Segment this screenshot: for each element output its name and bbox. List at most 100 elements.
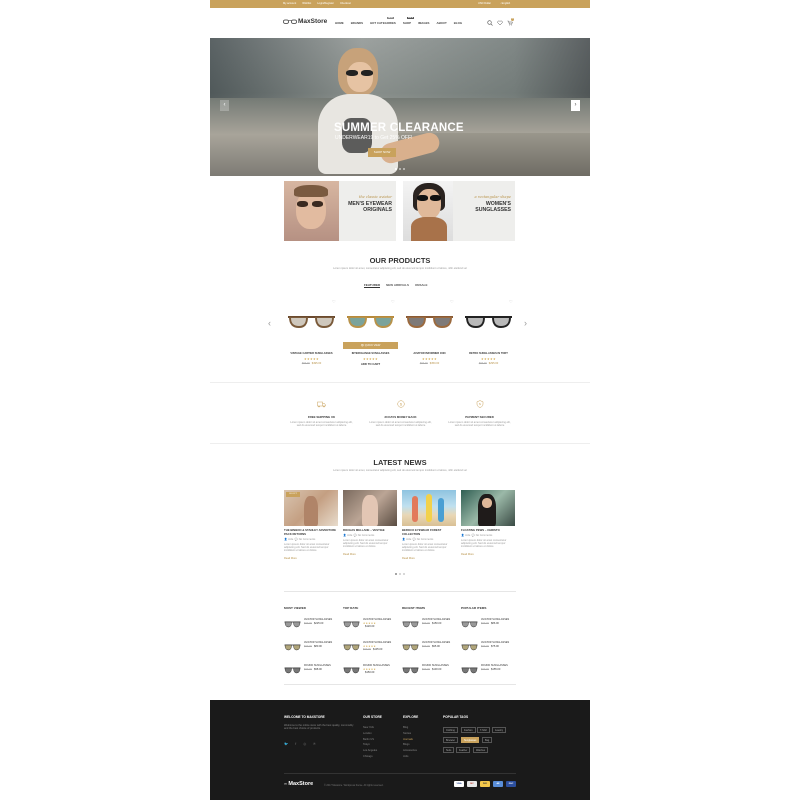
tag-button[interactable]: Jewelry	[492, 727, 507, 733]
tag-button[interactable]: Clothing	[443, 727, 458, 733]
link-login[interactable]: Login/Register	[317, 2, 334, 5]
news-post[interactable]: ROCHAS MELLANE – VESTIGE 👤 Jolie 💬 No Co…	[343, 490, 397, 570]
product-name[interactable]: AVIATOR INFORMER 1600	[402, 352, 457, 355]
news-read-more-link[interactable]: Read More	[461, 553, 474, 556]
product-list-item[interactable]: AVIATOR SUNGLASSES ★★★★★ $120.00	[343, 618, 398, 636]
search-icon[interactable]	[487, 20, 493, 26]
hero-shop-now-button[interactable]: SHOP NOW	[368, 148, 396, 157]
products-prev-arrow-icon[interactable]: ‹	[268, 318, 271, 328]
facebook-icon[interactable]: f	[295, 742, 296, 746]
link-checkout[interactable]: Checkout	[340, 2, 351, 5]
product-list-name[interactable]: AVIATOR SUNGLASSES	[422, 618, 450, 621]
products-next-arrow-icon[interactable]: ›	[524, 318, 527, 328]
nav-images[interactable]: IMAGES	[418, 21, 429, 25]
pinterest-icon[interactable]: ℗	[313, 742, 316, 746]
instagram-icon[interactable]: ◎	[303, 742, 306, 746]
tag-button[interactable]: Suits	[443, 747, 455, 753]
footer-link[interactable]: Jobs	[403, 754, 417, 760]
add-to-cart-button[interactable]: ADD TO CART	[343, 362, 398, 366]
product-list-item[interactable]: AVIATOR SUNGLASSES ★★★★★ $99.00 $135.00	[343, 641, 398, 659]
link-wishlist[interactable]: Wishlist	[302, 2, 311, 5]
news-post-title[interactable]: BEROCO EYEWEAR FOREST COLLECTION	[402, 528, 456, 536]
product-list-name[interactable]: ROUND SUNGLASSES	[363, 664, 390, 667]
product-list-name[interactable]: ROUND SUNGLASSES	[422, 664, 449, 667]
product-list-name[interactable]: AVIATOR SUNGLASSES	[363, 641, 391, 644]
twitter-icon[interactable]: 🐦	[284, 742, 288, 746]
product-list-name[interactable]: AVIATOR SUNGLASSES	[304, 641, 332, 644]
tag-button[interactable]: Bracelet	[443, 737, 458, 743]
product-list-item[interactable]: ROUND SUNGLASSES ★★★★★ $150.00	[343, 664, 398, 682]
news-post[interactable]: 03 OCT THE BINBOO & STANLEY ADVENTURE PA…	[284, 490, 338, 570]
wishlist-heart-icon[interactable]	[497, 20, 503, 26]
product-list-name[interactable]: ROUND SUNGLASSES	[304, 664, 331, 667]
product-list-item[interactable]: AVIATOR SUNGLASSES $99.00 $150.00	[402, 618, 457, 636]
news-dot-1[interactable]	[395, 573, 398, 576]
footer-logo[interactable]: ∞ MaxStore	[284, 781, 313, 787]
news-post-image[interactable]	[402, 490, 456, 526]
product-card[interactable]: ♡ RETRO SUNGLASSES IN TORT ★★★★★ $99.00 $…	[461, 296, 516, 371]
product-card[interactable]: ♡ AVIATOR INFORMER 1600 ★★★★★ $99.00 $350…	[402, 296, 457, 371]
hero-prev-arrow-icon[interactable]: ‹	[220, 100, 229, 111]
wishlist-heart-icon[interactable]: ♡	[332, 299, 336, 304]
tag-button[interactable]: Sunglasses	[461, 737, 480, 743]
hero-slider[interactable]: SUMMER CLEARANCE UNDERWEAR19 to Get 25% …	[210, 38, 590, 176]
tag-button[interactable]: Bag	[482, 737, 493, 743]
nav-home[interactable]: HOME	[335, 21, 344, 25]
product-list-name[interactable]: AVIATOR SUNGLASSES	[481, 641, 509, 644]
nav-brands[interactable]: BRANDS	[351, 21, 363, 25]
nav-about[interactable]: ABOUT	[436, 21, 446, 25]
news-post-title[interactable]: ROCHAS MELLANE – VESTIGE	[343, 528, 397, 533]
news-read-more-link[interactable]: Read More	[284, 557, 297, 560]
tab-new-arrivals[interactable]: NEW ARRIVALS	[386, 283, 409, 288]
promo-womens-sunglasses[interactable]: a rectangular shape WOMEN'S SUNGLASSES	[403, 181, 515, 241]
news-post-image[interactable]	[343, 490, 397, 526]
tag-button[interactable]: T-Shirt	[477, 727, 491, 733]
news-post[interactable]: FLOATING PEWS – CHRISTO 👤 Jolie 💬 No Com…	[461, 490, 515, 570]
news-post[interactable]: BEROCO EYEWEAR FOREST COLLECTION 👤 Jolie…	[402, 490, 456, 570]
quick-view-button[interactable]: 👁 QUICK VIEW	[343, 342, 398, 349]
logo[interactable]: MaxStore	[283, 17, 343, 27]
wishlist-heart-icon[interactable]: ♡	[509, 299, 513, 304]
wishlist-heart-icon[interactable]: ♡	[450, 299, 454, 304]
product-list-name[interactable]: AVIATOR SUNGLASSES	[481, 618, 509, 621]
product-list-item[interactable]: AVIATOR SUNGLASSES $99.00 $225.00	[284, 618, 339, 636]
tag-button[interactable]: Fashion	[461, 727, 476, 733]
link-my-account[interactable]: My account	[283, 2, 296, 5]
product-list-item[interactable]: ROUND SUNGLASSES $99.00 $155.00	[461, 664, 516, 682]
news-read-more-link[interactable]: Read More	[402, 557, 415, 560]
product-list-name[interactable]: ROUND SUNGLASSES	[481, 664, 508, 667]
product-name[interactable]: VINTAGE CARTIER SUNGLASSES	[284, 352, 339, 355]
news-dot-3[interactable]	[403, 573, 406, 576]
product-list-item[interactable]: AVIATOR SUNGLASSES $99.00 $75.00	[461, 641, 516, 659]
news-post-title[interactable]: FLOATING PEWS – CHRISTO	[461, 528, 515, 533]
nav-hot-categories[interactable]: HOT CATEGORIES NEW	[370, 17, 396, 25]
product-list-item[interactable]: AVIATOR SUNGLASSES $99.00 $95.00	[402, 641, 457, 659]
product-list-item[interactable]: AVIATOR SUNGLASSES $99.00 $80.00	[284, 641, 339, 659]
tab-featured[interactable]: FEATURED	[364, 283, 381, 288]
product-list-item[interactable]: ROUND SUNGLASSES $99.00 $98.00	[284, 664, 339, 682]
news-dot-2[interactable]	[399, 573, 402, 576]
tag-button[interactable]: Feather	[456, 747, 471, 753]
product-list-item[interactable]: AVIATOR SUNGLASSES $99.00 $86.00	[461, 618, 516, 636]
product-card[interactable]: ♡ 👁 QUICK VIEW INTERCHANGE SUNGLASSES ★★…	[343, 296, 398, 371]
currency-select[interactable]: USD Dollar	[478, 2, 491, 5]
product-list-item[interactable]: ROUND SUNGLASSES $99.00 $130.00	[402, 664, 457, 682]
tag-button[interactable]: Watches	[473, 747, 489, 753]
news-post-title[interactable]: THE BINBOO & STANLEY ADVENTURE PACK RETU…	[284, 528, 338, 536]
product-list-name[interactable]: AVIATOR SUNGLASSES	[304, 618, 332, 621]
footer-link[interactable]: Chicago	[363, 754, 377, 760]
language-select[interactable]: ◦ English	[500, 2, 510, 5]
news-read-more-link[interactable]: Read More	[343, 553, 356, 556]
tab-onsale[interactable]: ONSALE	[415, 283, 428, 288]
product-list-name[interactable]: AVIATOR SUNGLASSES	[422, 641, 450, 644]
nav-blog[interactable]: BLOG	[454, 21, 462, 25]
promo-mens-eyewear[interactable]: the classic aviator MEN'S EYEWEAR ORIGIN…	[284, 181, 396, 241]
product-card[interactable]: ♡ VINTAGE CARTIER SUNGLASSES ★★★★★ $99.0…	[284, 296, 339, 371]
news-post-image[interactable]	[461, 490, 515, 526]
hero-next-arrow-icon[interactable]: ›	[571, 100, 580, 111]
wishlist-heart-icon[interactable]: ♡	[391, 299, 395, 304]
product-name[interactable]: RETRO SUNGLASSES IN TORT	[461, 352, 516, 355]
product-name[interactable]: INTERCHANGE SUNGLASSES	[343, 352, 398, 355]
product-list-name[interactable]: AVIATOR SUNGLASSES	[363, 618, 391, 621]
nav-shop[interactable]: SHOP SALE	[403, 17, 415, 25]
